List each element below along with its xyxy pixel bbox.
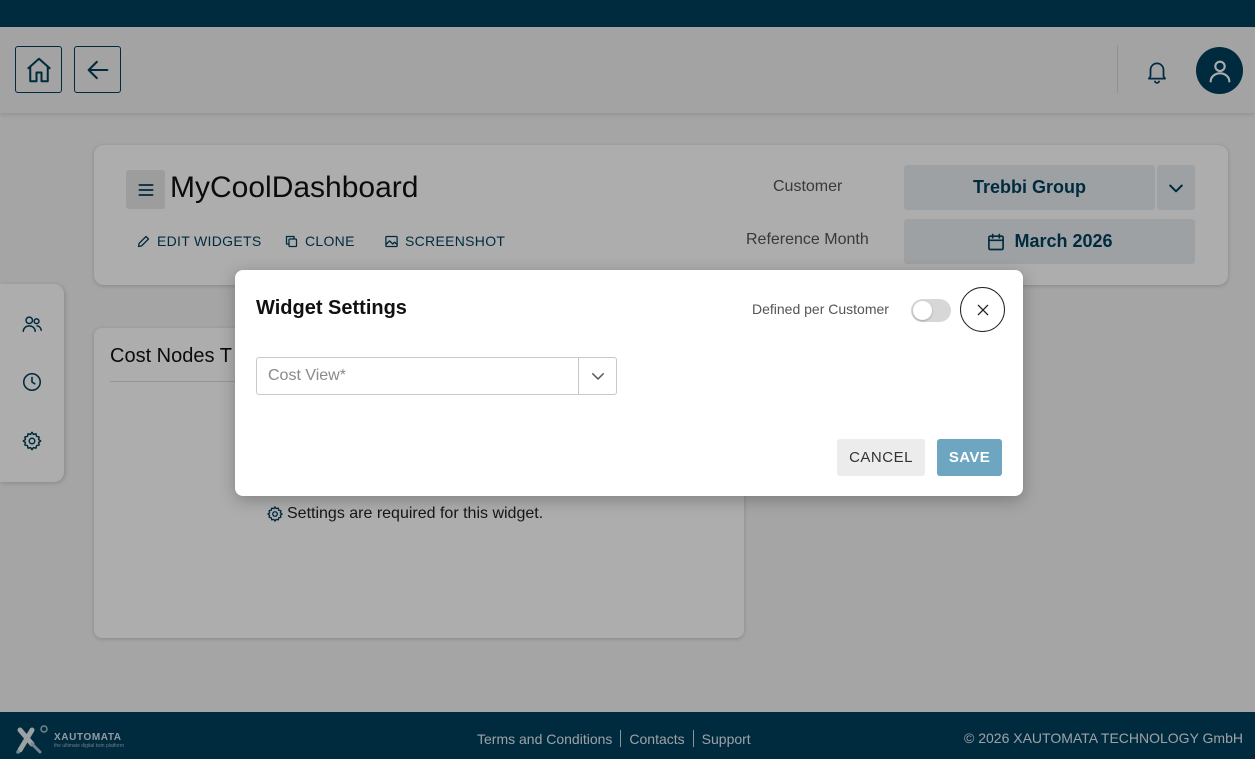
widget-settings-dialog: Widget Settings Defined per Customer Cos… <box>235 270 1023 496</box>
cancel-button[interactable]: CANCEL <box>837 439 925 476</box>
toggle-knob <box>913 301 932 320</box>
chevron-down-icon <box>591 373 604 380</box>
cost-view-select[interactable]: Cost View* <box>256 357 617 395</box>
dialog-title: Widget Settings <box>256 297 407 319</box>
close-icon <box>977 304 988 315</box>
cost-view-placeholder: Cost View* <box>268 367 346 384</box>
cost-view-dropdown-button[interactable] <box>579 358 616 394</box>
defined-per-customer-label: Defined per Customer <box>752 301 889 317</box>
close-dialog-button[interactable] <box>960 287 1005 332</box>
defined-per-customer-toggle[interactable] <box>911 299 951 322</box>
save-button[interactable]: SAVE <box>937 439 1002 476</box>
